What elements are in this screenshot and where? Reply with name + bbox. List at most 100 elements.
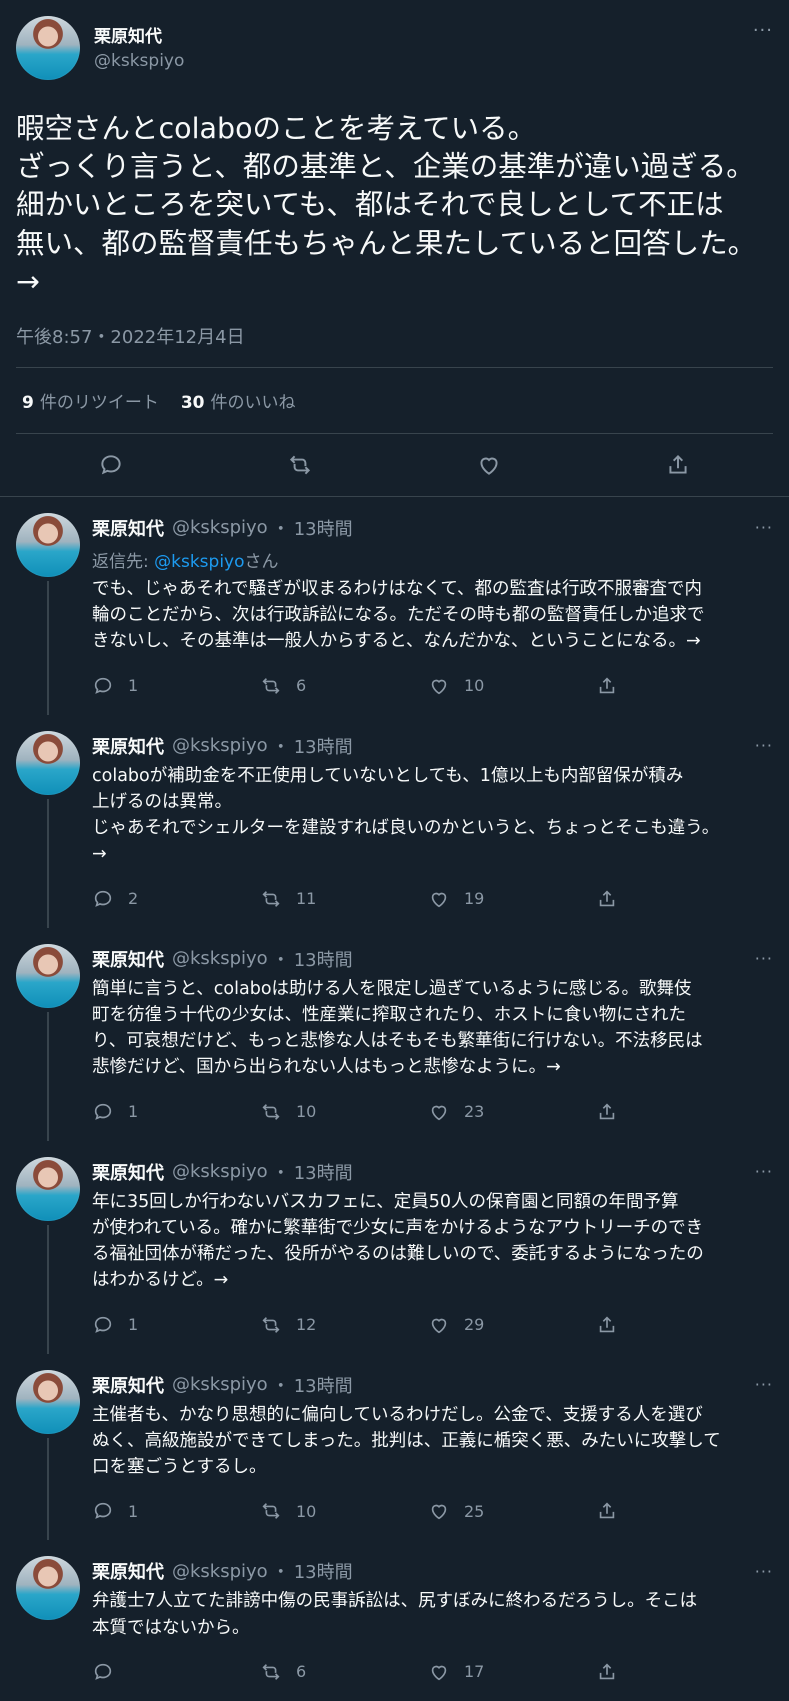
reply-time[interactable]: 13時間: [294, 1558, 353, 1584]
separator-dot: ・: [271, 1162, 290, 1184]
reply-button[interactable]: 1: [92, 1101, 260, 1123]
reply-button[interactable]: 1: [92, 1500, 260, 1522]
more-icon[interactable]: ···: [755, 1162, 773, 1181]
share-button[interactable]: [596, 1500, 764, 1522]
share-button[interactable]: [596, 675, 764, 697]
retweet-icon: [262, 1664, 280, 1680]
reply-tweet[interactable]: 栗原知代 @kskspiyo ・ 13時間 ··· 年に35回しか行わないバスカ…: [0, 1141, 789, 1354]
like-icon[interactable]: [476, 452, 502, 478]
author-name[interactable]: 栗原知代: [92, 1372, 164, 1398]
reply-avatar-column: [16, 943, 80, 1141]
share-button[interactable]: [596, 1314, 764, 1336]
reply-button[interactable]: 1: [92, 675, 260, 697]
reply-icon: [94, 890, 112, 907]
author-name[interactable]: 栗原知代: [92, 1159, 164, 1185]
like-icon: [431, 892, 447, 907]
like-count: 29: [464, 1315, 485, 1335]
retweet-button[interactable]: 6: [260, 675, 428, 697]
avatar[interactable]: [16, 1369, 80, 1434]
author-name[interactable]: 栗原知代: [94, 22, 184, 47]
replying-to: 返信先: @kskspiyoさん: [92, 547, 773, 572]
share-button[interactable]: [596, 1661, 764, 1683]
like-button[interactable]: 10: [428, 675, 596, 697]
like-icon: [431, 1665, 447, 1681]
author-name[interactable]: 栗原知代: [92, 1558, 164, 1584]
author-name[interactable]: 栗原知代: [92, 515, 164, 541]
author-name[interactable]: 栗原知代: [92, 733, 164, 759]
like-button[interactable]: 17: [428, 1661, 596, 1683]
avatar[interactable]: [16, 1556, 80, 1621]
reply-time[interactable]: 13時間: [294, 515, 353, 541]
like-count: 10: [464, 676, 485, 696]
retweet-button[interactable]: 11: [260, 888, 428, 910]
like-icon: [431, 1318, 447, 1333]
mention-link[interactable]: @kskspiyo: [154, 552, 244, 572]
author-handle[interactable]: @kskspiyo: [172, 1161, 268, 1182]
retweet-count: 11: [296, 889, 317, 909]
author-name[interactable]: 栗原知代: [92, 946, 164, 972]
avatar[interactable]: [16, 943, 80, 1008]
like-icon: [431, 1105, 447, 1120]
author-handle[interactable]: @kskspiyo: [172, 1561, 268, 1582]
like-count: 30: [180, 392, 205, 413]
more-icon[interactable]: ···: [755, 736, 773, 755]
avatar[interactable]: [16, 730, 80, 795]
reply-count: 1: [128, 1315, 139, 1335]
like-button[interactable]: 23: [428, 1101, 596, 1123]
share-button[interactable]: [596, 888, 764, 910]
reply-icon[interactable]: [98, 452, 124, 478]
reply-icon: [94, 1663, 112, 1680]
reply-time[interactable]: 13時間: [294, 1372, 353, 1398]
reply-count: 1: [128, 1501, 139, 1521]
retweet-icon: [262, 1103, 280, 1120]
share-icon: [599, 1103, 615, 1119]
like-button[interactable]: 25: [428, 1500, 596, 1522]
retweet-icon[interactable]: [287, 452, 313, 478]
separator-dot: ・: [271, 736, 290, 758]
reply-tweet[interactable]: 栗原知代 @kskspiyo ・ 13時間 ··· 主催者も、かなり思想的に偏向…: [0, 1354, 789, 1541]
like-button[interactable]: 19: [428, 888, 596, 910]
author-handle[interactable]: @kskspiyo: [172, 948, 268, 969]
reply-tweet[interactable]: 栗原知代 @kskspiyo ・ 13時間 ··· 簡単に言うと、colaboは…: [0, 928, 789, 1141]
author-handle[interactable]: @kskspiyo: [172, 735, 268, 756]
author-handle[interactable]: @kskspiyo: [172, 1374, 268, 1395]
retweet-stat[interactable]: 9 件のリツイート: [22, 388, 159, 413]
avatar[interactable]: [16, 1156, 80, 1221]
retweet-icon: [262, 1503, 280, 1520]
like-stat[interactable]: 30 件のいいね: [181, 388, 296, 413]
tweet-timestamp[interactable]: 午後8:57・2022年12月4日: [16, 323, 773, 368]
retweet-button[interactable]: 6: [260, 1661, 428, 1683]
reply-button[interactable]: [92, 1661, 260, 1683]
reply-button[interactable]: 2: [92, 888, 260, 910]
reply-time[interactable]: 13時間: [294, 946, 353, 972]
retweet-button[interactable]: 12: [260, 1314, 428, 1336]
reply-time[interactable]: 13時間: [294, 1159, 353, 1185]
avatar[interactable]: [16, 512, 80, 577]
reply-tweet[interactable]: 栗原知代 @kskspiyo ・ 13時間 ··· colaboが補助金を不正使…: [0, 715, 789, 928]
more-icon[interactable]: ···: [755, 1562, 773, 1581]
more-icon[interactable]: ···: [755, 518, 773, 537]
share-button[interactable]: [596, 1101, 764, 1123]
like-button[interactable]: 29: [428, 1314, 596, 1336]
author-block[interactable]: 栗原知代 @kskspiyo: [94, 22, 184, 71]
share-icon[interactable]: [665, 452, 691, 478]
more-icon[interactable]: ···: [755, 1375, 773, 1394]
thread-line: [47, 1437, 49, 1541]
reply-button[interactable]: 1: [92, 1314, 260, 1336]
more-icon[interactable]: ···: [753, 16, 773, 40]
separator-dot: ・: [271, 1375, 290, 1397]
reply-text: 主催者も、かなり思想的に偏向しているわけだし。公金で、支援する人を選び ぬく、高…: [92, 1404, 721, 1478]
author-handle[interactable]: @kskspiyo: [94, 51, 184, 71]
more-icon[interactable]: ···: [755, 949, 773, 968]
main-tweet-actions: [16, 434, 773, 496]
reply-tweet[interactable]: 栗原知代 @kskspiyo ・ 13時間 ··· 返信先: @kskspiyo…: [0, 497, 789, 715]
reply-time[interactable]: 13時間: [294, 733, 353, 759]
author-handle[interactable]: @kskspiyo: [172, 517, 268, 538]
retweet-button[interactable]: 10: [260, 1101, 428, 1123]
reply-tweet[interactable]: 栗原知代 @kskspiyo ・ 13時間 ··· 弁護士7人立てた誹謗中傷の民…: [0, 1540, 789, 1701]
share-icon: [599, 1502, 615, 1519]
share-icon: [599, 890, 615, 906]
avatar[interactable]: [16, 16, 80, 80]
reply-icon: [94, 1503, 112, 1520]
retweet-button[interactable]: 10: [260, 1500, 428, 1522]
